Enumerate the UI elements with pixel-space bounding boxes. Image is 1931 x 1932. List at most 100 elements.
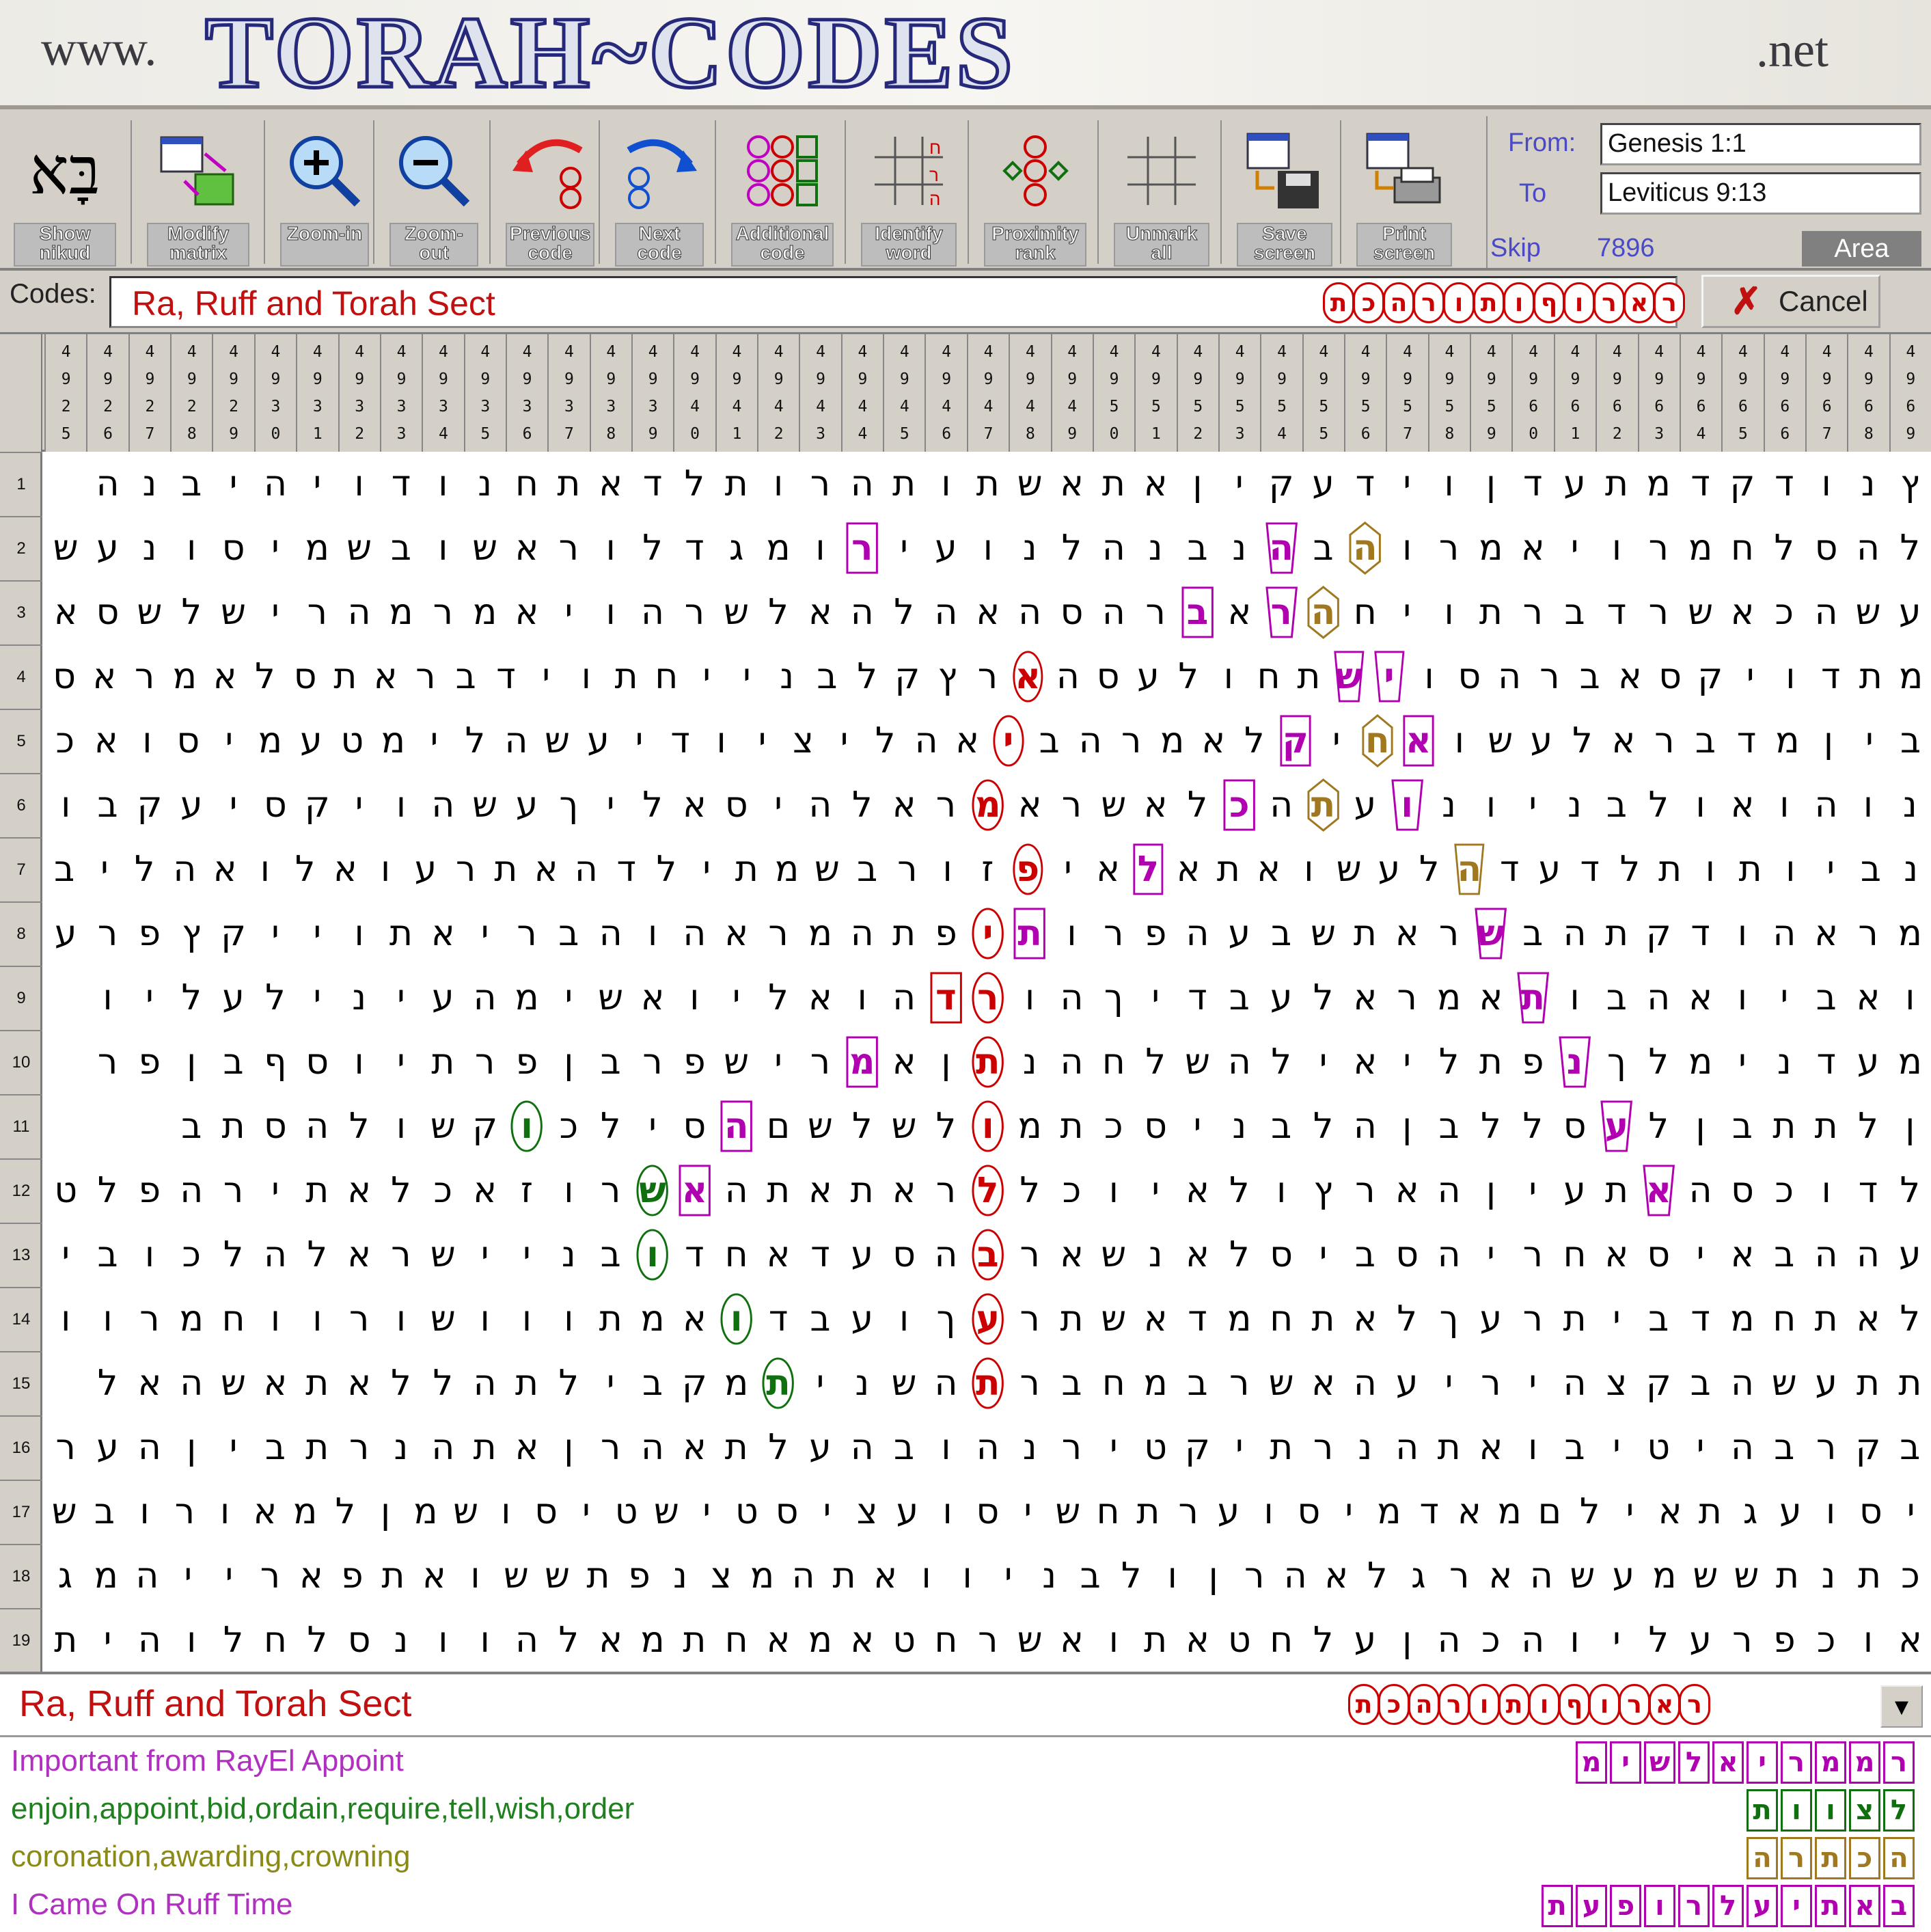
matrix-letter[interactable]: א [1386,1158,1428,1223]
matrix-letter[interactable]: ר [165,1480,205,1544]
highlighted-letter[interactable]: ל [1128,837,1168,901]
matrix-letter[interactable]: ש [1093,1287,1134,1351]
matrix-letter[interactable]: מ [1680,516,1721,580]
highlighted-letter[interactable]: ת [1009,901,1050,966]
matrix-letter[interactable]: י [715,966,757,1030]
matrix-letter[interactable]: ה [1847,1223,1889,1287]
matrix-letter[interactable]: ע [45,901,87,966]
matrix-letter[interactable]: ס [338,1608,380,1672]
matrix-letter[interactable]: ל [1009,1158,1050,1223]
matrix-letter[interactable]: א [1193,709,1234,773]
matrix-letter[interactable]: ה [631,1415,673,1480]
matrix-letter[interactable]: ס [526,1480,566,1544]
matrix-letter[interactable]: ל [1764,516,1805,580]
matrix-letter[interactable]: ו [799,516,841,580]
matrix-letter[interactable]: ל [1428,1030,1470,1094]
matrix-letter[interactable]: א [338,1158,380,1223]
matrix-letter[interactable]: ה [925,580,967,644]
matrix-letter[interactable]: פ [925,901,967,966]
matrix-letter[interactable]: ת [715,1415,757,1480]
matrix-letter[interactable]: ב [1554,1415,1596,1480]
to-field[interactable]: Leviticus 9:13 [1600,172,1921,215]
matrix-letter[interactable]: ת [45,1608,87,1672]
matrix-letter[interactable]: ד [1680,1287,1721,1351]
show-nikud-button[interactable]: בָּא Show nikud [7,113,123,269]
matrix-letter[interactable]: ח [1261,1608,1302,1672]
matrix-letter[interactable]: ת [1209,837,1249,901]
matrix-letter[interactable]: מ [1134,1351,1176,1415]
matrix-letter[interactable]: א [1721,580,1763,644]
matrix-letter[interactable]: י [464,901,506,966]
matrix-letter[interactable]: ל [757,580,799,644]
matrix-letter[interactable]: ב [1596,773,1637,837]
unmark-all-button[interactable]: Unmark all [1107,113,1216,269]
matrix-letter[interactable]: ל [1386,1287,1428,1351]
matrix-letter[interactable]: א [799,1158,841,1223]
matrix-letter[interactable]: ב [1721,1094,1763,1158]
matrix-letter[interactable]: ב [85,1480,125,1544]
matrix-letter[interactable]: ל [1638,1608,1680,1672]
matrix-letter[interactable]: א [674,1287,715,1351]
matrix-letter[interactable]: ר [464,1030,506,1094]
matrix-letter[interactable]: ע [171,773,213,837]
matrix-letter[interactable]: ע [1261,966,1302,1030]
highlighted-letter[interactable]: ת [967,1030,1009,1094]
matrix-letter[interactable]: ה [841,452,883,516]
matrix-letter[interactable]: ר [1512,580,1554,644]
matrix-letter[interactable]: ו [1889,966,1931,1030]
matrix-letter[interactable]: ה [464,966,506,1030]
matrix-letter[interactable]: ל [631,773,673,837]
matrix-letter[interactable]: ר [1051,1415,1093,1480]
matrix-letter[interactable]: ע [1530,837,1570,901]
matrix-letter[interactable]: ס [213,516,254,580]
matrix-letter[interactable]: ר [888,837,928,901]
matrix-letter[interactable]: נ [1134,1223,1176,1287]
matrix-letter[interactable]: י [1554,516,1596,580]
matrix-letter[interactable]: ד [1490,837,1530,901]
matrix-letter[interactable]: י [1730,644,1770,709]
matrix-letter[interactable]: ר [1847,901,1889,966]
matrix-letter[interactable]: א [590,1608,631,1672]
matrix-letter[interactable]: א [85,709,126,773]
matrix-letter[interactable]: ס [297,1030,338,1094]
matrix-letter[interactable]: ב [171,452,213,516]
matrix-letter[interactable]: ש [464,516,506,580]
matrix-letter[interactable]: ת [1805,1094,1847,1158]
matrix-letter[interactable]: ה [1554,1351,1596,1415]
matrix-letter[interactable]: ל [548,1351,590,1415]
matrix-letter[interactable]: ל [454,709,495,773]
matrix-letter[interactable]: ב [1764,1415,1805,1480]
matrix-letter[interactable]: מ [1889,1030,1931,1094]
matrix-letter[interactable]: ש [495,1544,536,1608]
matrix-letter[interactable]: ה [925,1351,967,1415]
matrix-letter[interactable]: ר [297,580,338,644]
matrix-letter[interactable]: ל [925,1094,967,1158]
matrix-letter[interactable]: ס [767,1480,807,1544]
matrix-letter[interactable]: ל [1889,1287,1931,1351]
matrix-letter[interactable]: ש [715,1030,757,1094]
matrix-letter[interactable]: ל [297,1223,338,1287]
matrix-letter[interactable]: כ [548,1094,590,1158]
matrix-letter[interactable]: נ [1554,773,1596,837]
matrix-letter[interactable]: ה [254,1223,296,1287]
matrix-letter[interactable]: ו [464,1608,506,1672]
matrix-letter[interactable]: מ [1009,1094,1050,1158]
matrix-letter[interactable]: א [254,1351,296,1415]
matrix-letter[interactable]: ס [1289,1480,1329,1544]
matrix-letter[interactable]: ס [87,580,128,644]
matrix-letter[interactable]: מ [406,1480,446,1544]
matrix-letter[interactable]: נ [380,1415,422,1480]
matrix-letter[interactable]: ס [1805,516,1847,580]
matrix-letter[interactable]: ר [45,1415,87,1480]
matrix-letter[interactable]: ל [1218,1158,1260,1223]
matrix-letter[interactable]: ע [1128,644,1168,709]
matrix-letter[interactable]: ן [1193,1544,1234,1608]
matrix-letter[interactable]: ת [1428,1415,1470,1480]
matrix-letter[interactable]: ו [1690,837,1731,901]
matrix-letter[interactable]: ן [548,1415,590,1480]
highlighted-letter[interactable]: ר [967,966,1009,1030]
matrix-letter[interactable]: ן [1386,1094,1428,1158]
matrix-letter[interactable]: ה [1490,644,1530,709]
matrix-letter[interactable]: י [1177,1094,1218,1158]
matrix-letter[interactable]: א [1889,1608,1931,1672]
